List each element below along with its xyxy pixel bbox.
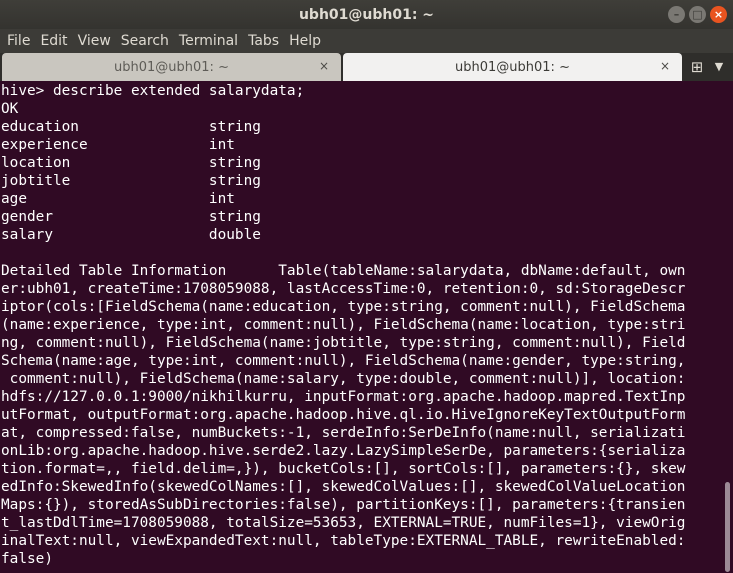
tab-close-icon[interactable]: × [658, 59, 672, 73]
terminal-output[interactable]: hive> describe extended salarydata; OK edu… [0, 82, 721, 573]
maximize-button[interactable]: □ [689, 6, 706, 23]
terminal-line: age int [1, 191, 235, 207]
terminal-line: hdfs://127.0.0.1:9000/nikhilkurru, input… [1, 389, 686, 405]
menu-file[interactable]: File [2, 29, 35, 53]
terminal-line: utFormat, outputFormat:org.apache.hadoop… [1, 407, 686, 423]
menu-terminal[interactable]: Terminal [174, 29, 243, 53]
terminal-line: Detailed Table Information Table(tableNa… [1, 263, 686, 279]
terminal-line: onLib:org.apache.hadoop.hive.serde2.lazy… [1, 443, 686, 459]
terminal-line: jobtitle string [1, 173, 261, 189]
terminal-line: false) [1, 551, 53, 567]
terminal-line: education string [1, 119, 261, 135]
scrollbar-thumb[interactable] [725, 482, 730, 572]
window-titlebar[interactable]: ubh01@ubh01: ~ – □ × [0, 0, 733, 29]
terminal-line: comment:null), FieldSchema(name:salary, … [1, 371, 686, 387]
terminal-line: er:ubh01, createTime:1708059088, lastAcc… [1, 281, 686, 297]
terminal-line: Maps:{}), storedAsSubDirectories:false),… [1, 497, 686, 513]
menu-edit[interactable]: Edit [35, 29, 72, 53]
menu-tabs[interactable]: Tabs [243, 29, 284, 53]
terminal-line: location string [1, 155, 261, 171]
window-controls: – □ × [668, 6, 727, 23]
tab-label: ubh01@ubh01: ~ [455, 59, 570, 75]
terminal-line: t_lastDdlTime=1708059088, totalSize=5365… [1, 515, 686, 531]
tab-terminal-2[interactable]: ubh01@ubh01: ~ × [343, 53, 682, 81]
tab-menu-chevron-down-icon[interactable]: ▼ [711, 57, 727, 77]
terminal-scrollbar[interactable] [721, 82, 733, 573]
terminal-line: inalText:null, viewExpandedText:null, ta… [1, 533, 686, 549]
new-tab-icon[interactable]: ⊞ [687, 57, 707, 77]
close-button[interactable]: × [710, 6, 727, 23]
tab-label: ubh01@ubh01: ~ [114, 59, 229, 75]
terminal-line: OK [1, 101, 19, 117]
terminal-line: hive> describe extended salarydata; [1, 83, 305, 99]
terminal-line: iptor(cols:[FieldSchema(name:education, … [1, 299, 686, 315]
menu-search[interactable]: Search [116, 29, 174, 53]
tab-close-icon[interactable]: × [317, 59, 331, 73]
menu-bar: File Edit View Search Terminal Tabs Help [0, 29, 733, 53]
terminal-line: at, compressed:false, numBuckets:-1, ser… [1, 425, 686, 441]
tab-terminal-1[interactable]: ubh01@ubh01: ~ × [2, 53, 341, 81]
terminal-line: gender string [1, 209, 261, 225]
window-title: ubh01@ubh01: ~ [298, 6, 435, 23]
terminal-line: edInfo:SkewedInfo(skewedColNames:[], ske… [1, 479, 686, 495]
terminal-line: tion.format=,, field.delim=,}), bucketCo… [1, 461, 686, 477]
tab-bar: ubh01@ubh01: ~ × ubh01@ubh01: ~ × ⊞ ▼ [0, 53, 733, 81]
menu-view[interactable]: View [73, 29, 116, 53]
menu-help[interactable]: Help [284, 29, 326, 53]
terminal-line: salary double [1, 227, 261, 243]
terminal-line: experience int [1, 137, 235, 153]
terminal-line: ng, comment:null), FieldSchema(name:jobt… [1, 335, 686, 351]
terminal-line: Schema(name:age, type:int, comment:null)… [1, 353, 686, 369]
minimize-button[interactable]: – [668, 6, 685, 23]
terminal-line: (name:experience, type:int, comment:null… [1, 317, 686, 333]
